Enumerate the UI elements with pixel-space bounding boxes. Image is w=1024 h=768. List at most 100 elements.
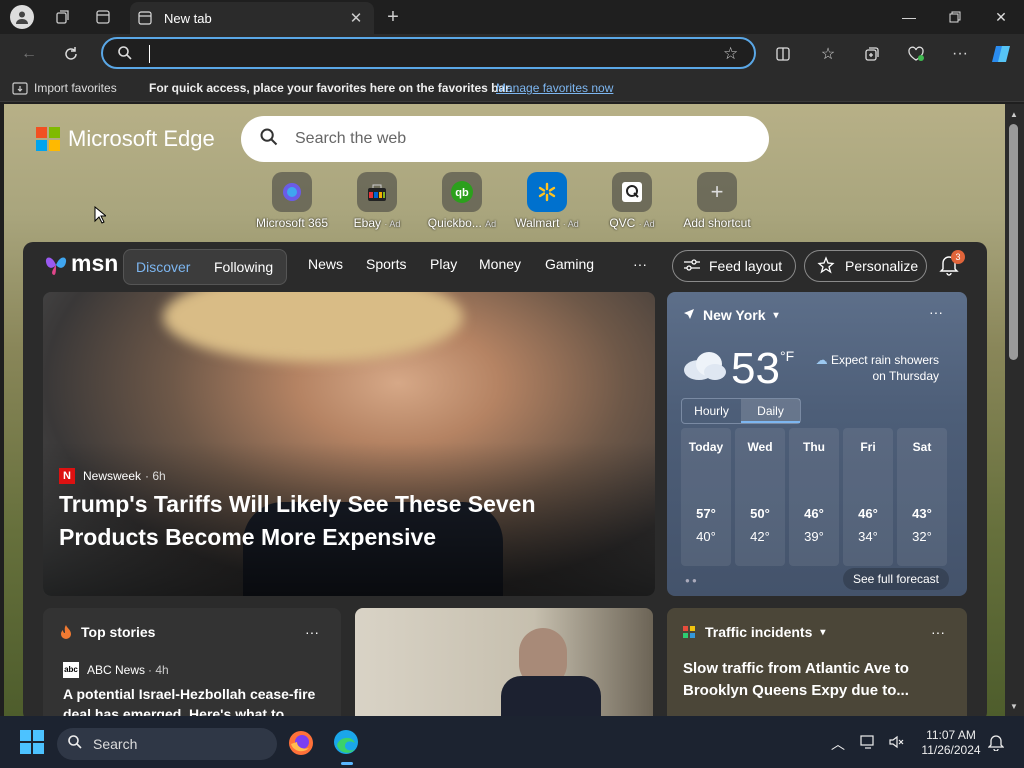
qvc-icon: [612, 172, 652, 212]
abc-news-icon: abc: [63, 662, 79, 678]
scroll-down-icon[interactable]: ▼: [1010, 702, 1018, 711]
traffic-headline[interactable]: Slow traffic from Atlantic Ave to Brookl…: [683, 658, 953, 702]
firefox-icon[interactable]: [288, 730, 314, 761]
microsoft-365-icon: [272, 172, 312, 212]
settings-more-icon[interactable]: ···: [947, 41, 973, 67]
forecast-low: 42°: [750, 529, 770, 544]
story-source: abc ABC News · 4h: [63, 662, 169, 678]
weather-unit[interactable]: °F: [780, 348, 794, 364]
page-scrollbar[interactable]: ▲ ▼: [1005, 104, 1024, 716]
show-hidden-icons-chevron[interactable]: ︿: [831, 734, 845, 754]
taskbar-search-box[interactable]: Search: [57, 728, 277, 760]
scroll-up-icon[interactable]: ▲: [1010, 110, 1018, 119]
mouse-pointer-icon: [94, 205, 108, 229]
news-photo-card[interactable]: [355, 608, 653, 716]
forecast-day[interactable]: Thu 46° 39°: [789, 428, 839, 566]
photo-suit: [501, 676, 601, 716]
tab-hourly[interactable]: Hourly: [682, 399, 741, 423]
search-icon: [259, 127, 279, 152]
forecast-day-name: Fri: [860, 440, 876, 454]
address-bar[interactable]: ☆: [101, 37, 756, 69]
start-windows-icon[interactable]: [20, 730, 44, 759]
notification-center-bell-icon[interactable]: [987, 733, 1005, 756]
forecast-high: 57°: [696, 506, 716, 521]
nav-more-icon[interactable]: ···: [633, 256, 647, 272]
vertical-tabs-icon[interactable]: [92, 6, 114, 28]
forecast-day[interactable]: Sat 43° 32°: [897, 428, 947, 566]
import-favorites-icon: [12, 81, 28, 98]
sliders-icon: [683, 258, 701, 275]
close-window-button[interactable]: ✕: [978, 0, 1024, 34]
add-shortcut-button[interactable]: + Add shortcut: [672, 172, 762, 230]
new-tab-plus-icon[interactable]: +: [382, 6, 404, 28]
minimize-button[interactable]: —: [886, 0, 932, 34]
forecast-low: 39°: [804, 529, 824, 544]
manage-favorites-link[interactable]: Manage favorites now: [496, 81, 613, 95]
top-stories-more-icon[interactable]: ···: [305, 624, 319, 640]
shortcut-qvc[interactable]: QVC · Ad: [587, 172, 677, 230]
shortcut-microsoft-365[interactable]: Microsoft 365: [247, 172, 337, 230]
shortcut-ebay[interactable]: Ebay · Ad: [332, 172, 422, 230]
traffic-icon: [683, 626, 695, 638]
forecast-day[interactable]: Today 57° 40°: [681, 428, 731, 566]
web-search-box[interactable]: Search the web: [241, 116, 769, 162]
ad-badge: · Ad: [562, 219, 579, 229]
forecast-high: 50°: [750, 506, 770, 521]
forecast-low: 32°: [912, 529, 932, 544]
ebay-icon: [357, 172, 397, 212]
shortcut-walmart[interactable]: Walmart · Ad: [502, 172, 592, 230]
tab-daily[interactable]: Daily: [741, 399, 800, 423]
shortcut-quickbooks[interactable]: qb Quickbo... Ad: [417, 172, 507, 230]
feed-tab-switch: Discover Following: [123, 249, 287, 285]
msn-logo[interactable]: msn: [43, 250, 118, 277]
title-bar: New tab ✕ + — ✕: [0, 0, 1024, 34]
copilot-icon[interactable]: [988, 41, 1014, 67]
brand-name: Microsoft Edge: [68, 126, 215, 151]
personalize-button[interactable]: Personalize: [804, 250, 927, 282]
weather-summary-line2: on Thursday: [872, 369, 940, 383]
scrollbar-thumb[interactable]: [1009, 124, 1018, 360]
clock[interactable]: 11:07 AM 11/26/2024: [918, 728, 984, 758]
tab-close-icon[interactable]: ✕: [344, 9, 368, 27]
refresh-icon[interactable]: [58, 41, 84, 67]
tab-new-tab[interactable]: New tab ✕: [130, 2, 374, 34]
weather-more-icon[interactable]: ···: [929, 304, 943, 320]
back-arrow-icon[interactable]: ←: [16, 41, 42, 67]
tab-discover[interactable]: Discover: [136, 259, 190, 275]
tab-following[interactable]: Following: [214, 259, 273, 275]
notifications-bell-icon[interactable]: 3: [939, 250, 965, 281]
volume-muted-icon[interactable]: [888, 734, 904, 755]
nav-sports[interactable]: Sports: [366, 256, 406, 272]
weather-card: New York ▾ ··· 53 °F ☁ Expect rain showe…: [667, 292, 967, 596]
story-headline[interactable]: A potential Israel-Hezbollah cease-fire …: [63, 684, 329, 716]
edge-taskbar-icon[interactable]: [332, 728, 360, 765]
weather-location-selector[interactable]: New York ▾: [683, 307, 779, 323]
profile-avatar-icon[interactable]: [10, 5, 34, 29]
carousel-dots[interactable]: ● ●: [685, 576, 697, 585]
see-full-forecast-button[interactable]: See full forecast: [843, 568, 949, 590]
traffic-more-icon[interactable]: ···: [931, 624, 945, 640]
forecast-day-name: Thu: [803, 440, 825, 454]
traffic-header[interactable]: Traffic incidents ▾: [683, 624, 825, 640]
feed-layout-button[interactable]: Feed layout: [672, 250, 796, 282]
top-stories-card: Top stories ··· abc ABC News · 4h A pote…: [43, 608, 341, 716]
newsweek-icon: N: [59, 468, 75, 484]
import-favorites-button[interactable]: Import favorites: [34, 81, 117, 95]
restore-button[interactable]: [932, 0, 978, 34]
nav-money[interactable]: Money: [479, 256, 521, 272]
nav-play[interactable]: Play: [430, 256, 457, 272]
nav-gaming[interactable]: Gaming: [545, 256, 594, 272]
favorites-icon[interactable]: ☆: [815, 41, 841, 67]
nav-news[interactable]: News: [308, 256, 343, 272]
weather-location: New York: [703, 307, 766, 323]
network-display-icon[interactable]: [860, 734, 878, 755]
favorite-star-icon[interactable]: ☆: [723, 44, 738, 64]
hero-headline[interactable]: Trump's Tariffs Will Likely See These Se…: [59, 488, 639, 554]
collections-icon[interactable]: [859, 41, 885, 67]
split-screen-icon[interactable]: [770, 41, 796, 67]
workspaces-icon[interactable]: [52, 6, 74, 28]
forecast-day[interactable]: Wed 50° 42°: [735, 428, 785, 566]
hero-story-card[interactable]: N Newsweek · 6h Trump's Tariffs Will Lik…: [43, 292, 655, 596]
forecast-day[interactable]: Fri 46° 34°: [843, 428, 893, 566]
browser-essentials-icon[interactable]: [903, 41, 929, 67]
